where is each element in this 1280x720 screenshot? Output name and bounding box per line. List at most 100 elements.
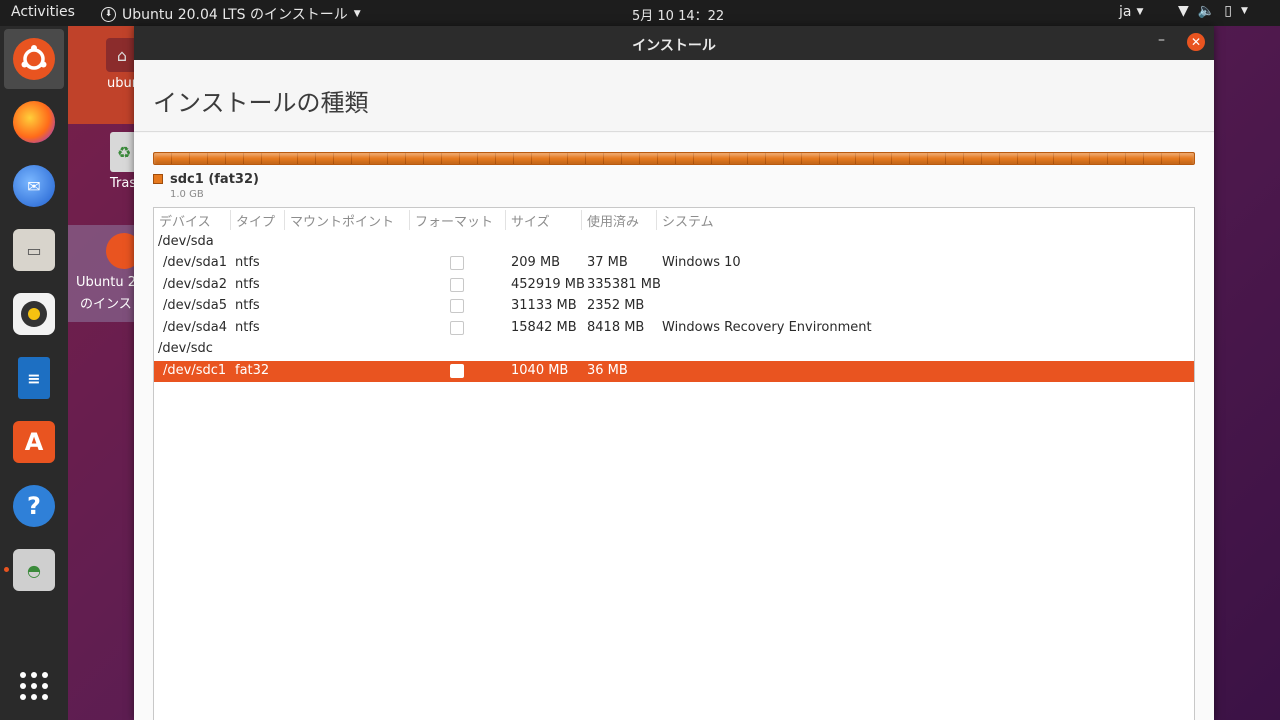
dock: ✉ ▭ ≡ A ? ◓ (0, 26, 68, 720)
table-header: デバイス タイプ マウントポイント フォーマット サイズ 使用済み システム (154, 208, 1194, 232)
cell-device: /dev/sda2 (163, 277, 227, 292)
table-row[interactable]: /dev/sda1 ntfs 209 MB 37 MB Windows 10 (154, 253, 1194, 274)
dock-item-files[interactable]: ▭ (4, 220, 64, 280)
page-header: インストールの種類 (134, 60, 1214, 132)
input-method-label: ja (1119, 4, 1132, 20)
format-checkbox[interactable] (450, 321, 464, 335)
app-grid-icon (20, 672, 48, 700)
page-title: インストールの種類 (153, 89, 369, 117)
desktop-icon-label: のインス (80, 297, 132, 312)
cell-used: 37 MB (587, 255, 628, 270)
desktop-icon-home[interactable]: ⌂ ubun (68, 26, 140, 124)
cell-size: 31133 MB (511, 298, 577, 313)
partition-usage-bar (153, 152, 1195, 165)
cell-type: fat32 (235, 363, 270, 378)
download-icon: ⬇ (101, 6, 116, 22)
activities-button[interactable]: Activities (11, 4, 75, 20)
writer-icon: ≡ (18, 357, 50, 399)
dock-item-help[interactable]: ? (4, 476, 64, 536)
column-separator (505, 210, 506, 230)
software-center-icon: A (13, 421, 55, 463)
table-row-group[interactable]: /dev/sdc (154, 339, 1194, 360)
window-titlebar[interactable]: インストール – ✕ (134, 26, 1214, 60)
cell-size: 452919 MB (511, 277, 585, 292)
dock-item-ubuntu-software[interactable]: A (4, 412, 64, 472)
dock-item-disk-utility[interactable]: ◓ (4, 540, 64, 600)
thunderbird-icon: ✉ (13, 165, 55, 207)
column-separator (230, 210, 231, 230)
disk-utility-icon: ◓ (13, 549, 55, 591)
column-separator (409, 210, 410, 230)
column-separator (284, 210, 285, 230)
table-row-selected[interactable]: /dev/sdc1 fat32 1040 MB 36 MB (154, 361, 1194, 382)
cell-used: 335381 MB (587, 277, 661, 292)
table-row-group[interactable]: /dev/sda (154, 232, 1194, 253)
close-button[interactable]: ✕ (1187, 33, 1205, 51)
dock-item-rhythmbox[interactable] (4, 284, 64, 344)
cell-size: 209 MB (511, 255, 561, 270)
rhythmbox-icon (13, 293, 55, 335)
table-row[interactable]: /dev/sda2 ntfs 452919 MB 335381 MB (154, 275, 1194, 296)
show-applications-button[interactable] (4, 656, 64, 716)
cell-device: /dev/sda5 (163, 298, 227, 313)
app-menu[interactable]: ⬇ Ubuntu 20.04 LTS のインストール ▼ (101, 4, 361, 24)
dock-item-thunderbird[interactable]: ✉ (4, 156, 64, 216)
format-checkbox[interactable] (450, 364, 464, 378)
cell-device: /dev/sda (158, 234, 214, 249)
format-checkbox[interactable] (450, 278, 464, 292)
cell-used: 36 MB (587, 363, 628, 378)
column-header-system[interactable]: システム (662, 211, 714, 230)
chevron-down-icon: ▼ (1240, 6, 1248, 16)
partition-table[interactable]: デバイス タイプ マウントポイント フォーマット サイズ 使用済み システム /… (153, 207, 1195, 720)
column-header-type[interactable]: タイプ (236, 211, 275, 230)
cell-used: 2352 MB (587, 298, 645, 313)
installer-window: インストール – ✕ インストールの種類 sdc1 (fat32) 1.0 GB… (134, 26, 1214, 720)
table-row[interactable]: /dev/sda4 ntfs 15842 MB 8418 MB Windows … (154, 318, 1194, 339)
chevron-down-icon: ▼ (1136, 7, 1144, 17)
cell-size: 1040 MB (511, 363, 569, 378)
cell-type: ntfs (235, 320, 260, 335)
column-separator (581, 210, 582, 230)
battery-icon: ▯ (1224, 3, 1232, 19)
help-icon: ? (13, 485, 55, 527)
column-header-used[interactable]: 使用済み (587, 211, 639, 230)
cell-device: /dev/sda4 (163, 320, 227, 335)
volume-icon: 🔈 (1197, 3, 1216, 19)
column-header-mount-point[interactable]: マウントポイント (290, 211, 394, 230)
cell-device: /dev/sdc (158, 341, 213, 356)
cell-type: ntfs (235, 298, 260, 313)
dock-item-libreoffice-writer[interactable]: ≡ (4, 348, 64, 408)
app-menu-label: Ubuntu 20.04 LTS のインストール (122, 7, 348, 23)
cell-type: ntfs (235, 255, 260, 270)
minimize-button[interactable]: – (1158, 32, 1165, 48)
system-tray[interactable]: ▼ 🔈 ▯ ▼ (1178, 3, 1248, 19)
column-header-format[interactable]: フォーマット (415, 211, 493, 230)
dock-item-firefox[interactable] (4, 92, 64, 152)
format-checkbox[interactable] (450, 299, 464, 313)
cell-device: /dev/sda1 (163, 255, 227, 270)
desktop-icon-install-ubuntu[interactable]: Ubuntu 2 のインス (68, 225, 142, 322)
cell-used: 8418 MB (587, 320, 645, 335)
table-row[interactable]: /dev/sda5 ntfs 31133 MB 2352 MB (154, 296, 1194, 317)
clock[interactable]: 5月 10 14：22 (632, 5, 724, 24)
cell-device: /dev/sdc1 (163, 363, 227, 378)
input-method-menu[interactable]: ja ▼ (1119, 4, 1143, 20)
legend-partition-name: sdc1 (fat32) (170, 172, 259, 187)
ubuntu-logo-icon (13, 38, 55, 80)
format-checkbox[interactable] (450, 256, 464, 270)
column-header-device[interactable]: デバイス (159, 211, 211, 230)
desktop-icon-label: Ubuntu 2 (76, 275, 136, 290)
column-header-size[interactable]: サイズ (511, 211, 550, 230)
cell-system: Windows Recovery Environment (662, 320, 872, 335)
dock-item-ubuntu-installer[interactable] (4, 29, 64, 89)
files-icon: ▭ (13, 229, 55, 271)
legend-swatch (153, 174, 163, 184)
cell-system: Windows 10 (662, 255, 741, 270)
cell-size: 15842 MB (511, 320, 577, 335)
top-bar: Activities ⬇ Ubuntu 20.04 LTS のインストール ▼ … (0, 0, 1280, 26)
partition-editor: sdc1 (fat32) 1.0 GB デバイス タイプ マウントポイント フォ… (134, 133, 1214, 720)
cell-type: ntfs (235, 277, 260, 292)
window-title: インストール (632, 38, 716, 54)
wifi-icon: ▼ (1178, 3, 1189, 19)
firefox-icon (13, 101, 55, 143)
